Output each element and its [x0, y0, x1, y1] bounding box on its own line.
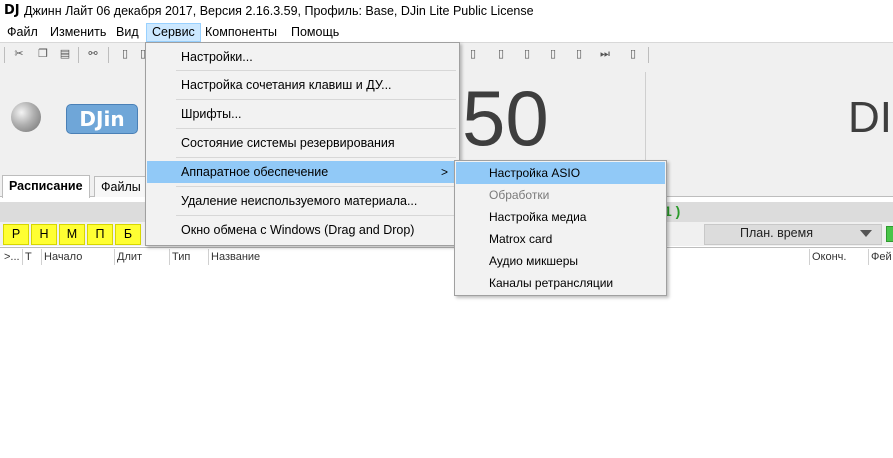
letter-button-m[interactable]: М — [59, 224, 85, 245]
column-header[interactable]: Фей — [868, 249, 893, 265]
djin-logo: DJin — [66, 104, 138, 134]
column-header[interactable]: Оконч. — [809, 249, 868, 265]
scissors-icon[interactable]: ✂ — [12, 47, 26, 61]
letter-button-p[interactable]: П — [87, 224, 113, 245]
document-icon[interactable]: ▯ — [520, 47, 534, 61]
submenu-item-processing: Обработки — [489, 188, 550, 202]
binoculars-icon[interactable]: ⚯ — [86, 47, 100, 61]
menu-item-hotkeys[interactable]: Настройка сочетания клавиш и ДУ... — [147, 74, 458, 96]
column-header[interactable]: >... — [2, 249, 22, 265]
letter-button-b[interactable]: Б — [115, 224, 141, 245]
menu-separator — [176, 70, 456, 71]
toolbar-separator — [4, 47, 5, 63]
toolbar-separator — [108, 47, 109, 63]
radio-led-icon — [11, 102, 41, 132]
menu-service[interactable]: Сервис — [146, 23, 201, 42]
toolbar-separator — [648, 47, 649, 63]
toolbar-separator — [78, 47, 79, 63]
letter-button-n[interactable]: Н — [31, 224, 57, 245]
document-icon[interactable]: ▯ — [466, 47, 480, 61]
menu-item-hardware[interactable]: Аппаратное обеспечение > — [147, 161, 458, 183]
paste-icon[interactable]: ▤ — [58, 47, 72, 61]
document-icon[interactable]: ▯ — [546, 47, 560, 61]
menu-components[interactable]: Компоненты — [200, 24, 282, 41]
submenu-item-mixers[interactable]: Аудио микшеры — [456, 250, 665, 272]
menu-file[interactable]: Файл — [2, 24, 43, 41]
menu-help[interactable]: Помощь — [286, 24, 344, 41]
menu-separator — [176, 157, 456, 158]
column-header[interactable]: Т — [22, 249, 41, 265]
column-header[interactable]: Начало — [41, 249, 114, 265]
menu-separator — [176, 186, 456, 187]
skip-end-icon[interactable]: ⏭ — [598, 47, 612, 61]
document-icon[interactable]: ▯ — [118, 47, 132, 61]
menu-separator — [176, 99, 456, 100]
letter-button-r[interactable]: Р — [3, 224, 29, 245]
submenu-item-asio[interactable]: Настройка ASIO — [456, 162, 665, 184]
document-icon[interactable]: ▯ — [626, 47, 640, 61]
copy-icon[interactable]: ❐ — [36, 47, 50, 61]
document-icon[interactable]: ▯ — [494, 47, 508, 61]
menu-bar: Файл Изменить Вид Сервис Компоненты Помо… — [0, 22, 893, 42]
chevron-right-icon: > — [440, 165, 448, 179]
menu-view[interactable]: Вид — [111, 24, 144, 41]
plan-time-label: План. время — [740, 226, 813, 240]
menu-item-fonts[interactable]: Шрифты... — [147, 103, 458, 125]
window-title: Джинн Лайт 06 декабря 2017, Версия 2.16.… — [24, 4, 534, 18]
menu-item-cleanup[interactable]: Удаление неиспользуемого материала... — [147, 190, 458, 212]
column-header[interactable]: Тип — [169, 249, 208, 265]
menu-edit[interactable]: Изменить — [45, 24, 111, 41]
chevron-down-icon[interactable] — [860, 230, 872, 237]
tab-files[interactable]: Файлы — [94, 176, 148, 197]
menu-separator — [176, 215, 456, 216]
green-indicator — [886, 226, 893, 242]
menu-separator — [176, 128, 456, 129]
column-header[interactable]: Длит — [114, 249, 169, 265]
title-bar: DJ Джинн Лайт 06 декабря 2017, Версия 2.… — [0, 0, 893, 22]
menu-item-backup-status[interactable]: Состояние системы резервирования — [147, 132, 458, 154]
service-dropdown-menu: Настройки... Настройка сочетания клавиш … — [145, 42, 460, 246]
app-icon: DJ — [4, 3, 20, 18]
hardware-submenu: Настройка ASIO Обработки Настройка медиа… — [454, 160, 667, 296]
menu-item-settings[interactable]: Настройки... — [147, 46, 458, 68]
schedule-table[interactable] — [0, 266, 893, 458]
right-display: DI — [848, 93, 892, 142]
submenu-item-channels[interactable]: Каналы ретрансляции — [456, 272, 665, 294]
panel-divider — [645, 72, 646, 168]
submenu-item-matrox[interactable]: Matrox card — [456, 228, 665, 250]
counter-display: 50 — [462, 74, 549, 162]
menu-item-drag-drop[interactable]: Окно обмена с Windows (Drag and Drop) — [147, 219, 458, 241]
tab-schedule[interactable]: Расписание — [2, 175, 90, 198]
document-icon[interactable]: ▯ — [572, 47, 586, 61]
submenu-item-media[interactable]: Настройка медиа — [456, 206, 665, 228]
